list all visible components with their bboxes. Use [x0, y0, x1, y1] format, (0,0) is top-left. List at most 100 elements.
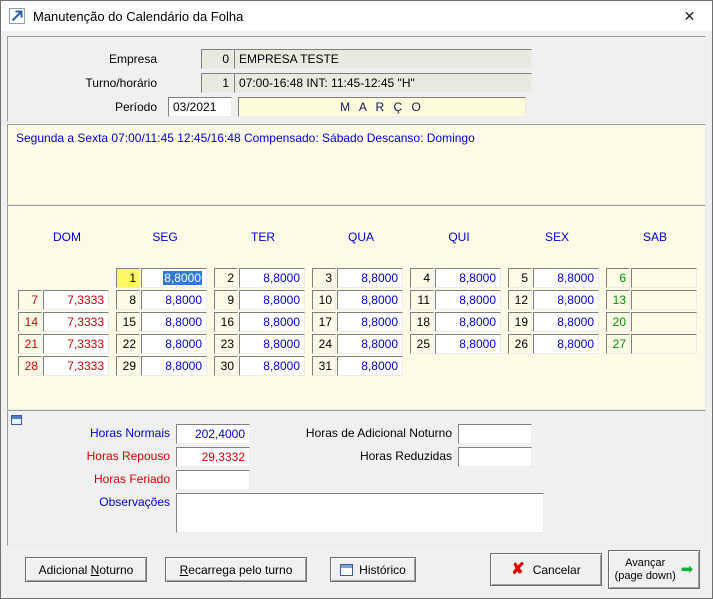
empresa-label: Empresa — [8, 52, 163, 66]
day-hours-field[interactable]: 8,8000 — [337, 268, 403, 288]
day-hours-field[interactable]: 8,8000 — [337, 356, 403, 376]
day-number: 31 — [312, 356, 336, 376]
day-hours-field[interactable]: 8,8000 — [141, 312, 207, 332]
day-hours-field[interactable]: 8,8000 — [239, 334, 305, 354]
calendar-empty-cell — [606, 356, 704, 376]
calendar-panel: DOMSEGTERQUAQUISEXSAB 18,800028,800038,8… — [7, 205, 706, 410]
day-hours-field[interactable]: 8,8000 — [141, 268, 207, 288]
observacoes-field[interactable] — [176, 493, 544, 533]
day-number: 30 — [214, 356, 238, 376]
day-hours-field[interactable]: 8,8000 — [435, 268, 501, 288]
day-number: 4 — [410, 268, 434, 288]
horas-reduzidas-field[interactable] — [458, 447, 532, 467]
day-hours-field[interactable]: 8,8000 — [239, 290, 305, 310]
day-number: 2 — [214, 268, 238, 288]
title-bar: Manutenção do Calendário da Folha ✕ — [1, 1, 712, 31]
adicional-noturno-button-label-pre: Adicional — [39, 563, 91, 577]
calendar-day-cell: 1 8,8000 — [116, 268, 214, 288]
adicional-noturno-field[interactable] — [458, 424, 532, 444]
day-hours-field[interactable]: 8,8000 — [141, 356, 207, 376]
day-hours-field[interactable]: 8,8000 — [239, 312, 305, 332]
calendar-week-row: 287,3333298,8000308,8000318,8000 — [8, 356, 705, 376]
advance-arrow-icon: ➡ — [681, 562, 694, 577]
adicional-noturno-button-label-post: oturno — [99, 563, 133, 577]
day-number: 6 — [606, 268, 630, 288]
avancar-button[interactable]: Avançar(page down) ➡ — [608, 550, 700, 589]
day-hours-field[interactable]: 8,8000 — [337, 312, 403, 332]
calendar-day-cell: 20 — [606, 312, 704, 332]
calendar-week-row: 18,800028,800038,800048,800058,80006 — [8, 268, 705, 288]
day-hours-field[interactable] — [631, 334, 697, 354]
day-hours-field[interactable]: 7,3333 — [43, 312, 109, 332]
adicional-noturno-button[interactable]: Adicional Noturno — [25, 557, 147, 582]
day-hours-field[interactable]: 8,8000 — [435, 290, 501, 310]
calendar-day-cell: 158,8000 — [116, 312, 214, 332]
day-header-sab: SAB — [606, 230, 704, 244]
cancel-x-icon: ✘ — [511, 562, 524, 578]
day-hours-field[interactable]: 8,8000 — [239, 268, 305, 288]
day-hours-field[interactable]: 8,8000 — [533, 290, 599, 310]
calendar-day-cell: 248,8000 — [312, 334, 410, 354]
calendar-week-row: 217,3333228,8000238,8000248,8000258,8000… — [8, 334, 705, 354]
cancelar-button[interactable]: ✘Cancelar — [490, 553, 602, 586]
calendar-day-cell: 168,8000 — [214, 312, 312, 332]
recarrega-pelo-turno-button[interactable]: Recarrega pelo turno — [165, 557, 307, 582]
adicional-noturno-label: Horas de Adicional Noturno — [248, 424, 452, 440]
day-hours-field[interactable]: 7,3333 — [43, 290, 109, 310]
day-hours-field[interactable]: 8,8000 — [435, 334, 501, 354]
horas-normais-field[interactable]: 202,4000 — [176, 424, 250, 444]
periodo-field[interactable]: 03/2021 — [168, 97, 232, 117]
day-number: 17 — [312, 312, 336, 332]
dialog-content: Empresa 0 EMPRESA TESTE Turno/horário 1 … — [1, 31, 712, 593]
calendar-day-cell: 318,8000 — [312, 356, 410, 376]
historico-button[interactable]: Histórico — [330, 557, 416, 582]
calendar-day-cell: 27 — [606, 334, 704, 354]
day-hours-field[interactable]: 8,8000 — [533, 312, 599, 332]
day-hours-field[interactable]: 8,8000 — [141, 334, 207, 354]
window-title: Manutenção do Calendário da Folha — [33, 9, 667, 24]
day-hours-field[interactable]: 8,8000 — [337, 334, 403, 354]
day-hours-field[interactable] — [631, 290, 697, 310]
day-number: 19 — [508, 312, 532, 332]
day-hours-field[interactable] — [631, 268, 697, 288]
calendar-day-headers: DOMSEGTERQUAQUISEXSAB — [8, 206, 705, 244]
day-number: 25 — [410, 334, 434, 354]
day-hours-field[interactable]: 8,8000 — [239, 356, 305, 376]
calendar-day-cell: 108,8000 — [312, 290, 410, 310]
calendar-day-cell: 178,8000 — [312, 312, 410, 332]
day-number: 28 — [18, 356, 42, 376]
calendar-grid: 18,800028,800038,800048,800058,8000677,3… — [8, 268, 705, 376]
day-number: 27 — [606, 334, 630, 354]
periodo-month-field: M A R Ç O — [238, 97, 526, 117]
recarrega-button-mnemonic: R — [180, 563, 189, 577]
button-bar: Adicional Noturno Recarrega pelo turno H… — [7, 546, 706, 593]
horas-feriado-field[interactable] — [176, 470, 250, 490]
day-number: 29 — [116, 356, 140, 376]
observacoes-label: Observações — [20, 493, 170, 509]
calendar-day-cell: 58,8000 — [508, 268, 606, 288]
day-number: 9 — [214, 290, 238, 310]
turno-label: Turno/horário — [8, 76, 163, 90]
day-hours-field[interactable]: 8,8000 — [533, 268, 599, 288]
day-hours-field[interactable]: 8,8000 — [533, 334, 599, 354]
day-hours-field[interactable]: 7,3333 — [43, 334, 109, 354]
horas-repouso-field[interactable]: 29,3332 — [176, 447, 250, 467]
horas-reduzidas-label: Horas Reduzidas — [248, 447, 452, 463]
calendar-day-cell: 13 — [606, 290, 704, 310]
day-number: 1 — [116, 268, 140, 288]
day-hours-field[interactable] — [631, 312, 697, 332]
close-button[interactable]: ✕ — [667, 2, 712, 31]
avancar-button-label: Avançar(page down) — [615, 557, 676, 583]
calendar-day-cell: 228,8000 — [116, 334, 214, 354]
day-hours-field[interactable]: 8,8000 — [337, 290, 403, 310]
day-hours-field[interactable]: 7,3333 — [43, 356, 109, 376]
day-hours-field[interactable]: 8,8000 — [141, 290, 207, 310]
summary-panel: Horas Normais 202,4000 Horas Repouso 29,… — [7, 410, 706, 546]
day-number: 20 — [606, 312, 630, 332]
empresa-code-field: 0 — [201, 49, 234, 69]
day-hours-field[interactable]: 8,8000 — [435, 312, 501, 332]
day-number: 11 — [410, 290, 434, 310]
calendar-empty-cell — [18, 268, 116, 288]
turno-desc-field: 07:00-16:48 INT: 11:45-12:45 "H" — [234, 73, 532, 93]
selected-hours-text: 8,8000 — [163, 271, 202, 285]
